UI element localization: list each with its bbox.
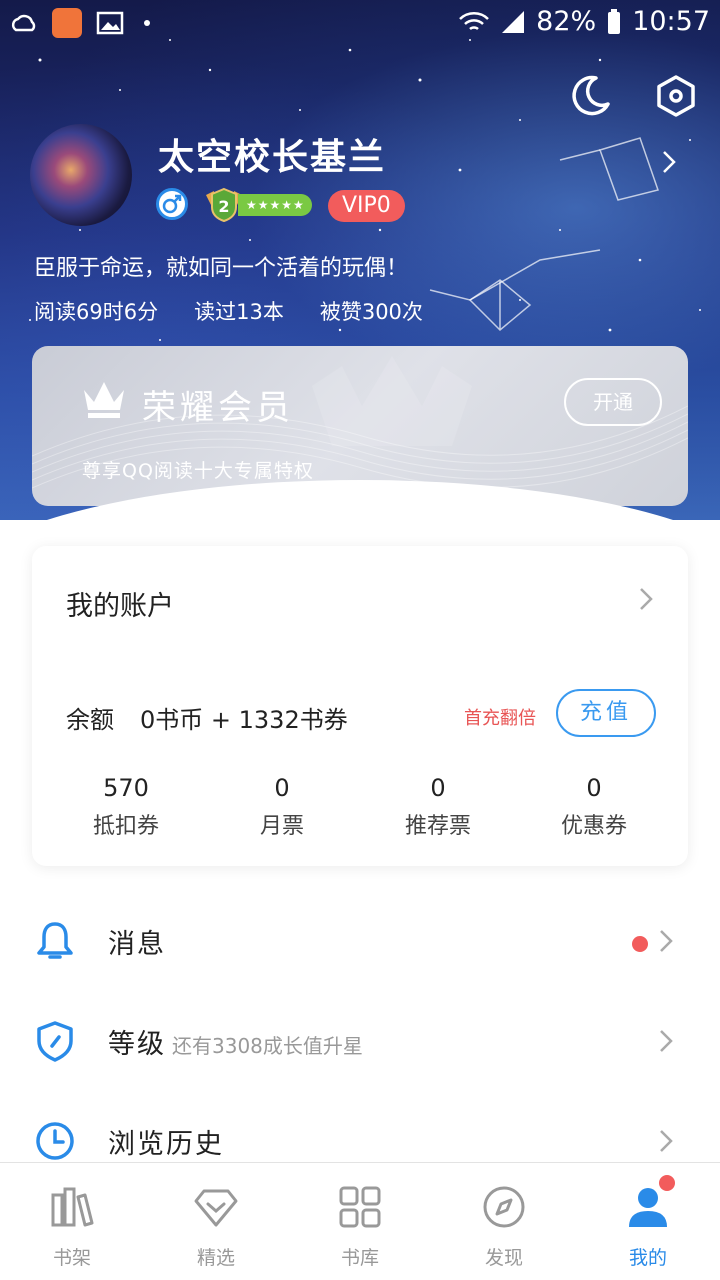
- male-gender-icon: [156, 188, 188, 220]
- shield-icon: [37, 1021, 73, 1062]
- image-icon: [96, 11, 124, 35]
- recharge-button[interactable]: 充值: [556, 689, 656, 737]
- chevron-right-icon: [660, 930, 673, 952]
- chevron-right-icon: [660, 1130, 673, 1152]
- deduction-voucher[interactable]: 570 抵扣券: [48, 774, 204, 840]
- tab-label: 发现: [484, 1247, 523, 1269]
- vip-title: 荣耀会员: [142, 388, 294, 428]
- avatar[interactable]: [30, 124, 132, 226]
- unread-dot: [632, 936, 648, 952]
- chevron-right-icon[interactable]: [638, 586, 654, 612]
- first-charge-promo: 首充翻倍: [464, 708, 536, 729]
- menu-label: 浏览历史: [108, 1129, 224, 1160]
- monthly-ticket[interactable]: 0 月票: [204, 774, 360, 840]
- menu-label: 消息: [108, 929, 166, 960]
- level-stars: ★★★★★: [238, 194, 312, 216]
- coupon[interactable]: 0 优惠券: [516, 774, 672, 840]
- more-dot-icon: [144, 20, 150, 26]
- bell-icon: [37, 922, 73, 959]
- level-badge: 2 ★★★★★: [204, 187, 312, 223]
- user-icon: [629, 1188, 667, 1227]
- menu-label-text: 等级: [108, 1029, 166, 1060]
- vip-subtitle: 尊享QQ阅读十大专属特权: [82, 460, 314, 482]
- app-notification-icon: [52, 8, 82, 38]
- menu-item-level[interactable]: 等级 还有3308成长值升星: [0, 992, 720, 1092]
- account-title[interactable]: 我的账户: [66, 584, 174, 623]
- ticket-value: 570: [103, 774, 149, 802]
- ticket-label: 月票: [259, 814, 304, 839]
- settings-icon[interactable]: [654, 74, 698, 118]
- ticket-label: 推荐票: [404, 814, 471, 839]
- bookshelf-icon: [51, 1187, 94, 1227]
- menu-item-messages[interactable]: 消息: [0, 892, 720, 992]
- tab-library[interactable]: 书库: [288, 1163, 432, 1280]
- tab-label: 精选: [196, 1247, 235, 1269]
- reading-time: 阅读69时6分: [34, 300, 159, 324]
- tab-label: 我的: [628, 1247, 667, 1269]
- tab-label: 书架: [52, 1247, 91, 1269]
- level-progress-hint: 还有3308成长值升星: [172, 1034, 363, 1058]
- night-mode-icon[interactable]: [568, 74, 612, 118]
- cloud-icon: [11, 14, 36, 32]
- profile-header: 82% 10:57 太空校长基兰 2 ★★★★★ VIP0 臣服于命运，就如同一…: [0, 0, 720, 520]
- ticket-row: 570 抵扣券 0 月票 0 推荐票 0 优惠券: [32, 774, 688, 840]
- clock-icon: [36, 1122, 74, 1160]
- bottom-tab-bar: 书架 精选 书库 发现 我的: [0, 1162, 720, 1280]
- balance-label: 余额: [66, 706, 114, 734]
- clock-time: 10:57: [632, 6, 710, 37]
- notification-dot: [659, 1175, 675, 1191]
- status-bar: 82% 10:57: [0, 0, 720, 48]
- tab-label: 书库: [340, 1247, 379, 1269]
- nickname[interactable]: 太空校长基兰: [158, 128, 386, 180]
- ticket-value: 0: [274, 774, 290, 802]
- open-vip-button[interactable]: 开通: [564, 378, 662, 426]
- balance-value: 0书币 + 1332书券: [140, 706, 348, 734]
- wifi-icon: [459, 11, 490, 30]
- likes-count: 被赞300次: [319, 300, 423, 324]
- ticket-label: 优惠券: [560, 814, 627, 839]
- crown-icon: [84, 382, 124, 418]
- recommend-ticket[interactable]: 0 推荐票: [360, 774, 516, 840]
- chevron-right-icon: [660, 1030, 673, 1052]
- menu-label: 等级 还有3308成长值升星: [108, 1022, 363, 1061]
- battery-icon: [608, 8, 621, 34]
- reading-stats: 阅读69时6分 读过13本 被赞300次: [34, 296, 423, 326]
- diamond-icon: [194, 1189, 238, 1227]
- signature: 臣服于命运，就如同一个活着的玩偶！: [34, 256, 409, 281]
- signal-icon: [502, 10, 525, 33]
- ticket-value: 0: [430, 774, 446, 802]
- compass-icon: [483, 1186, 525, 1228]
- tab-mine[interactable]: 我的: [576, 1163, 720, 1280]
- ticket-value: 0: [586, 774, 602, 802]
- tab-discover[interactable]: 发现: [432, 1163, 576, 1280]
- level-number: 2: [218, 197, 229, 216]
- battery-percent: 82%: [536, 6, 597, 37]
- vip-badge[interactable]: VIP0: [328, 190, 405, 222]
- tab-bookshelf[interactable]: 书架: [0, 1163, 144, 1280]
- ticket-label: 抵扣券: [92, 814, 159, 839]
- books-read: 读过13本: [194, 300, 284, 324]
- account-card: 我的账户 余额 0书币 + 1332书券 首充翻倍 充值 570 抵扣券 0 月…: [32, 546, 688, 866]
- grid-icon: [339, 1186, 381, 1228]
- chevron-right-icon[interactable]: [660, 148, 678, 176]
- tab-featured[interactable]: 精选: [144, 1163, 288, 1280]
